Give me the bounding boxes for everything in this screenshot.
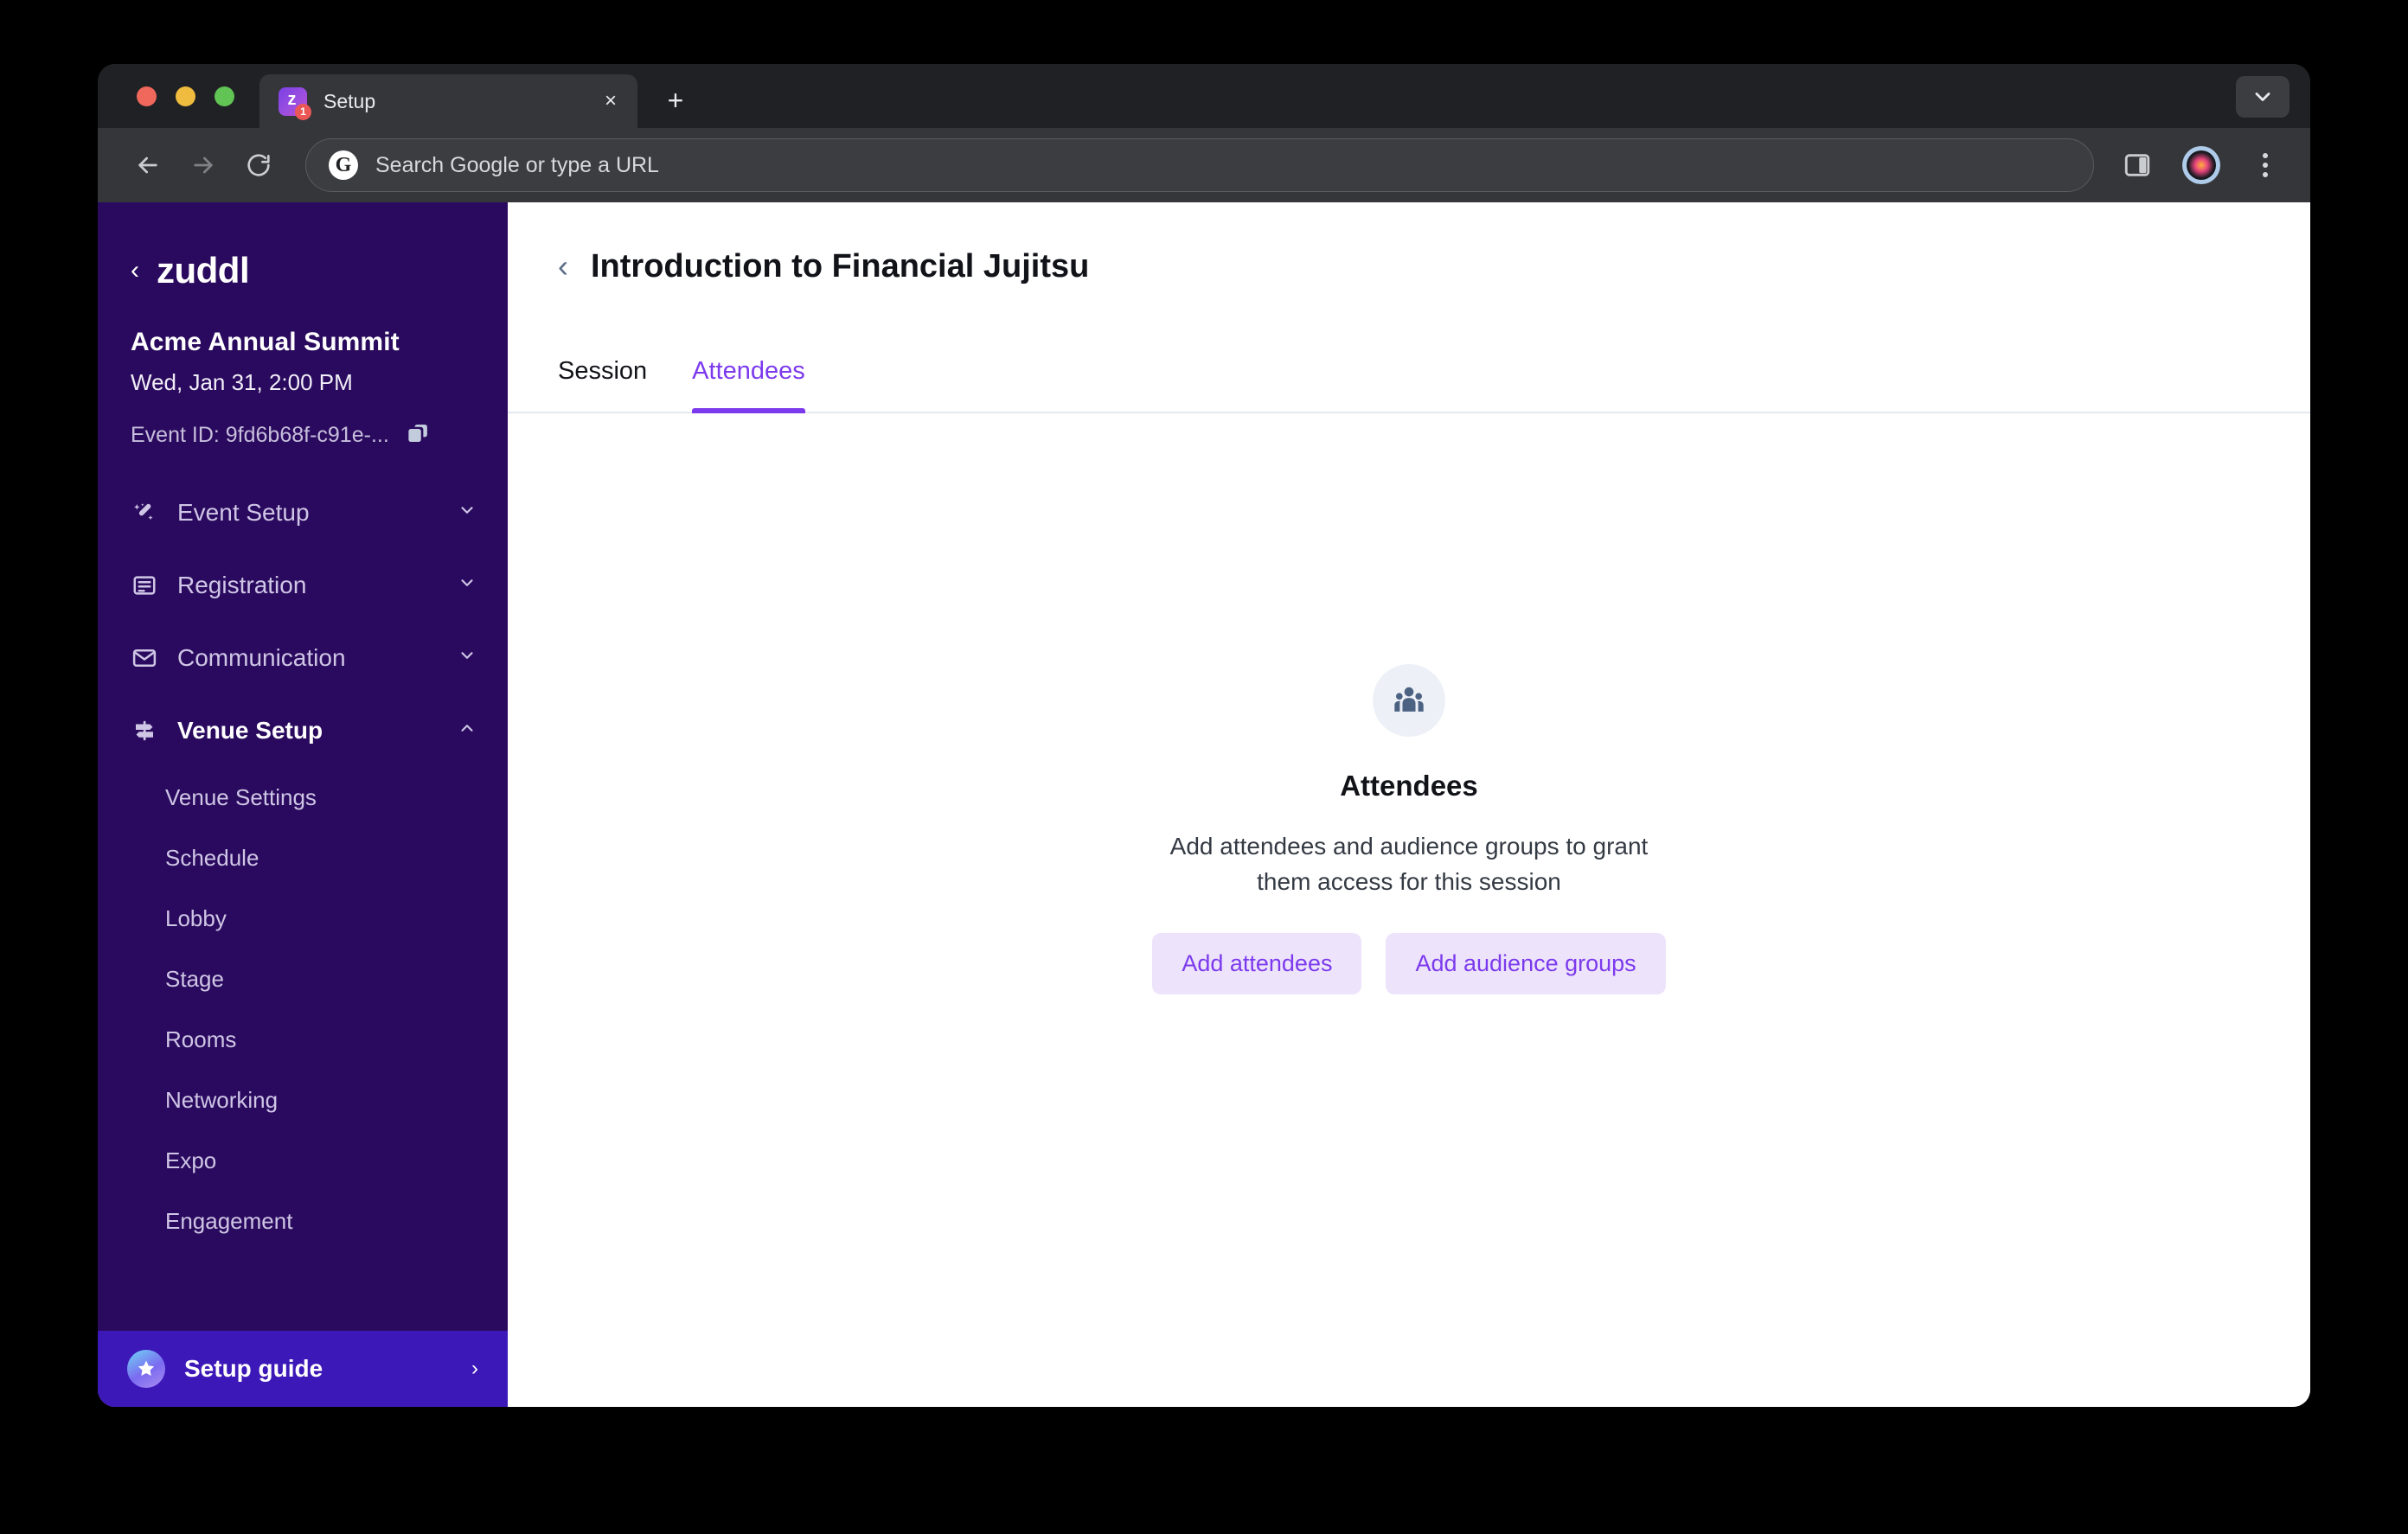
- google-icon: G: [329, 150, 358, 180]
- sidebar-subitem-venue-settings[interactable]: Venue Settings: [98, 767, 508, 828]
- content-tabs: Session Attendees: [508, 330, 2310, 413]
- minimize-window-button[interactable]: [176, 86, 195, 106]
- sidebar-subitem-expo[interactable]: Expo: [98, 1130, 508, 1191]
- chevron-down-icon[interactable]: [458, 573, 477, 598]
- window-controls: [137, 86, 234, 106]
- sidebar-item-venue-setup[interactable]: Venue Setup: [98, 694, 508, 767]
- star-icon: [127, 1350, 165, 1388]
- sidebar-subitem-engagement[interactable]: Engagement: [98, 1191, 508, 1251]
- tab-strip: z 1 Setup × +: [98, 64, 2310, 128]
- avatar-inner: [2187, 150, 2216, 180]
- page-title: Introduction to Financial Jujitsu: [591, 247, 1090, 284]
- back-arrow-icon[interactable]: [120, 137, 176, 193]
- sidebar-subitem-rooms[interactable]: Rooms: [98, 1009, 508, 1070]
- profile-avatar-icon[interactable]: [2177, 141, 2225, 189]
- empty-state-actions: Add attendees Add audience groups: [1152, 932, 1666, 994]
- magic-wand-icon: [131, 499, 158, 527]
- close-tab-icon[interactable]: ×: [596, 86, 625, 116]
- form-icon: [131, 572, 158, 599]
- favicon-glyph: z: [287, 90, 297, 109]
- chevron-right-icon[interactable]: ›: [471, 1357, 478, 1381]
- new-tab-button[interactable]: +: [656, 81, 695, 119]
- forward-arrow-icon[interactable]: [176, 137, 231, 193]
- sidebar-item-label: Registration: [177, 572, 307, 598]
- sidebar-item-label: Event Setup: [177, 499, 310, 526]
- sidebar: ‹ zuddl Acme Annual Summit Wed, Jan 31, …: [98, 202, 508, 1407]
- attendees-empty-state: Attendees Add attendees and audience gro…: [1141, 664, 1677, 994]
- zuddl-wordmark: zuddl: [157, 250, 250, 291]
- three-dot-menu-icon[interactable]: [2241, 141, 2290, 189]
- chevron-down-icon[interactable]: [458, 646, 477, 670]
- brand-header[interactable]: ‹ zuddl: [98, 202, 508, 291]
- tab-attendees[interactable]: Attendees: [692, 330, 805, 413]
- maximize-window-button[interactable]: [215, 86, 234, 106]
- tab-session[interactable]: Session: [558, 330, 647, 412]
- empty-state-description: Add attendees and audience groups to gra…: [1169, 833, 1649, 896]
- signpost-icon: [131, 717, 158, 745]
- avatar: [2182, 146, 2220, 184]
- envelope-icon: [131, 644, 158, 672]
- browser-toolbar: G Search Google or type a URL: [98, 128, 2310, 202]
- favicon-badge: 1: [295, 103, 311, 120]
- browser-tab-setup[interactable]: z 1 Setup ×: [259, 74, 637, 128]
- address-bar-placeholder: Search Google or type a URL: [375, 152, 659, 177]
- sidebar-item-registration[interactable]: Registration: [98, 549, 508, 622]
- sidebar-subitem-lobby[interactable]: Lobby: [98, 888, 508, 949]
- sidebar-item-event-setup[interactable]: Event Setup: [98, 476, 508, 549]
- sidebar-subitem-stage[interactable]: Stage: [98, 949, 508, 1009]
- sidebar-navigation: Event Setup Registration Communication V…: [98, 476, 508, 1251]
- zuddl-favicon-icon: z 1: [279, 86, 311, 120]
- add-attendees-button[interactable]: Add attendees: [1152, 932, 1362, 994]
- sidebar-item-label: Venue Setup: [177, 717, 323, 744]
- content-body: Attendees Add attendees and audience gro…: [508, 413, 2310, 1407]
- page-viewport: ‹ zuddl Acme Annual Summit Wed, Jan 31, …: [98, 202, 2310, 1407]
- menu-dots: [2263, 153, 2268, 177]
- event-id-label: Event ID: 9fd6b68f-c91e-...: [131, 423, 389, 447]
- groups-icon: [1373, 664, 1445, 737]
- sidebar-item-communication[interactable]: Communication: [98, 622, 508, 694]
- browser-window: z 1 Setup × + G Search Google or type a …: [98, 64, 2310, 1407]
- event-id-row: Event ID: 9fd6b68f-c91e-...: [131, 420, 477, 451]
- chevron-down-icon[interactable]: [458, 501, 477, 525]
- close-window-button[interactable]: [137, 86, 157, 106]
- setup-guide-label: Setup guide: [184, 1355, 323, 1382]
- sidebar-subitem-schedule[interactable]: Schedule: [98, 828, 508, 888]
- main-content: ‹ Introduction to Financial Jujitsu Sess…: [508, 202, 2310, 1407]
- chevron-up-icon[interactable]: [458, 719, 477, 743]
- event-info: Acme Annual Summit Wed, Jan 31, 2:00 PM …: [98, 291, 508, 451]
- side-panel-icon[interactable]: [2113, 141, 2161, 189]
- page-header: ‹ Introduction to Financial Jujitsu: [508, 202, 2310, 330]
- event-name: Acme Annual Summit: [131, 328, 400, 356]
- tab-search-chevron-down-icon[interactable]: [2236, 76, 2290, 118]
- reload-icon[interactable]: [231, 137, 286, 193]
- sidebar-subitem-networking[interactable]: Networking: [98, 1070, 508, 1130]
- tab-title: Setup: [323, 89, 376, 112]
- address-bar[interactable]: G Search Google or type a URL: [305, 138, 2094, 192]
- sidebar-back-chevron-icon[interactable]: ‹: [131, 258, 139, 284]
- back-chevron-icon[interactable]: ‹: [558, 251, 568, 282]
- add-audience-groups-button[interactable]: Add audience groups: [1386, 932, 1666, 994]
- event-datetime: Wed, Jan 31, 2:00 PM: [131, 369, 353, 395]
- sidebar-item-label: Communication: [177, 644, 346, 671]
- sidebar-item-setup-guide[interactable]: Setup guide ›: [98, 1331, 508, 1407]
- empty-state-title: Attendees: [1340, 770, 1478, 802]
- copy-icon[interactable]: [405, 420, 431, 451]
